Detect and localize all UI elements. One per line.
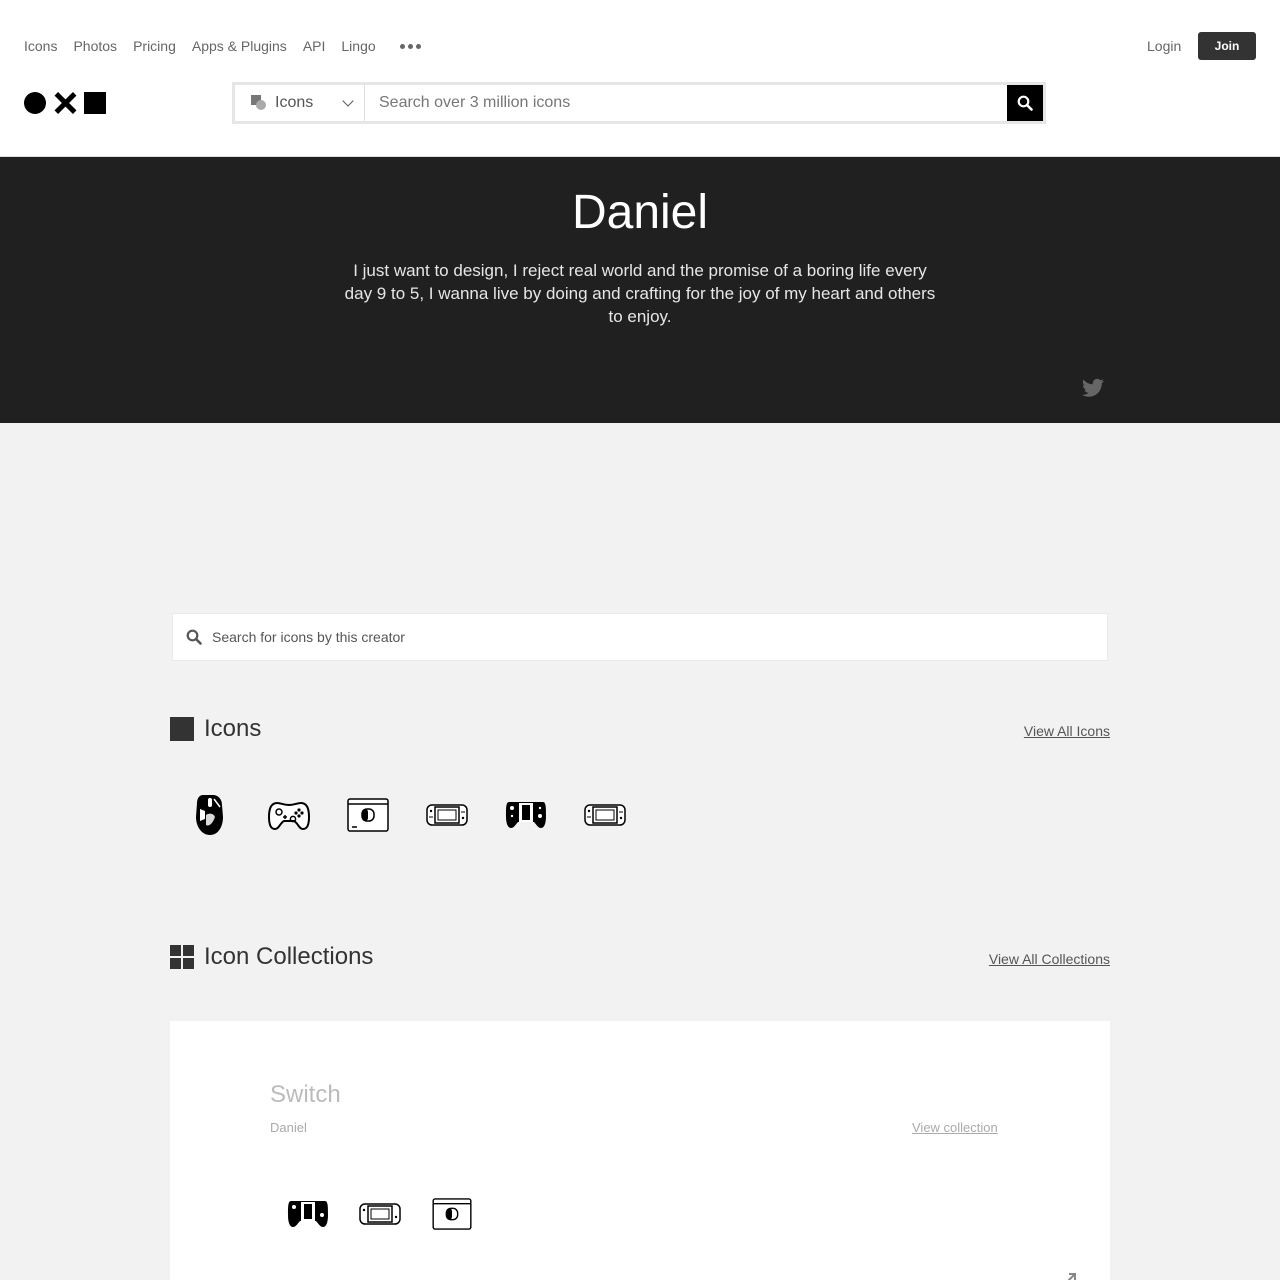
joycon-grip-icon[interactable] — [272, 1191, 344, 1237]
collection-title: Switch — [270, 1081, 341, 1108]
view-all-icons-link[interactable]: View All Icons — [1024, 722, 1110, 740]
logo-square-icon — [84, 92, 106, 114]
grid-icon — [170, 945, 194, 969]
view-collection-link[interactable]: View collection — [912, 1120, 998, 1135]
nav-link-lingo[interactable]: Lingo — [341, 36, 375, 56]
site-logo[interactable] — [24, 92, 106, 114]
collections-section-title: Icon Collections — [204, 943, 374, 970]
search-type-label: Icons — [275, 94, 314, 111]
square-icon — [170, 717, 194, 741]
search-icon — [1017, 95, 1033, 111]
twitter-icon[interactable] — [1082, 378, 1104, 398]
search-button[interactable] — [1007, 85, 1043, 121]
creator-bio: I just want to design, I reject real wor… — [344, 261, 936, 326]
main-search-input[interactable] — [365, 85, 1007, 121]
login-link[interactable]: Login — [1147, 36, 1181, 56]
logo-x-icon — [54, 92, 76, 114]
switch-console-icon[interactable] — [344, 1191, 416, 1237]
share-icon[interactable] — [1060, 1271, 1078, 1280]
chevron-down-icon — [342, 95, 354, 107]
creator-search-box — [172, 613, 1108, 661]
join-button[interactable]: Join — [1198, 32, 1256, 60]
switch-dock-icon[interactable] — [328, 780, 407, 850]
site-header: Icons Photos Pricing Apps & Plugins API … — [0, 0, 1280, 157]
nav-link-api[interactable]: API — [303, 36, 326, 56]
nav-link-apps-plugins[interactable]: Apps & Plugins — [192, 36, 287, 56]
logo-circle-icon — [24, 92, 46, 114]
switch-dock-icon[interactable] — [416, 1191, 488, 1237]
creator-hero: Daniel I just want to design, I reject r… — [0, 157, 1280, 423]
switch-console-outline-icon[interactable] — [565, 780, 644, 850]
search-icon — [186, 629, 202, 645]
icons-type-icon — [251, 95, 267, 111]
switch-console-icon[interactable] — [407, 780, 486, 850]
nav-link-photos[interactable]: Photos — [73, 36, 117, 56]
more-dots-icon[interactable] — [399, 36, 421, 56]
nav-link-pricing[interactable]: Pricing — [133, 36, 176, 56]
top-nav: Icons Photos Pricing Apps & Plugins API … — [24, 36, 421, 56]
joycon-grip-icon[interactable] — [486, 780, 565, 850]
collections-section-header: Icon Collections View All Collections — [170, 942, 1110, 972]
icons-grid — [170, 780, 644, 850]
view-all-collections-link[interactable]: View All Collections — [989, 950, 1110, 968]
main-search-bar: Icons — [232, 82, 1046, 124]
search-type-dropdown[interactable]: Icons — [235, 85, 365, 121]
creator-search-input[interactable] — [202, 629, 1107, 645]
collection-card[interactable]: Switch Daniel View collection — [170, 1021, 1110, 1280]
icons-section-header: Icons View All Icons — [170, 714, 1110, 744]
collection-icons — [272, 1191, 488, 1237]
nav-link-icons[interactable]: Icons — [24, 36, 57, 56]
gamepad-icon[interactable] — [249, 780, 328, 850]
gaming-mouse-icon[interactable] — [170, 780, 249, 850]
collection-author: Daniel — [270, 1120, 307, 1135]
icons-section-title: Icons — [204, 715, 262, 742]
creator-name: Daniel — [571, 186, 709, 239]
